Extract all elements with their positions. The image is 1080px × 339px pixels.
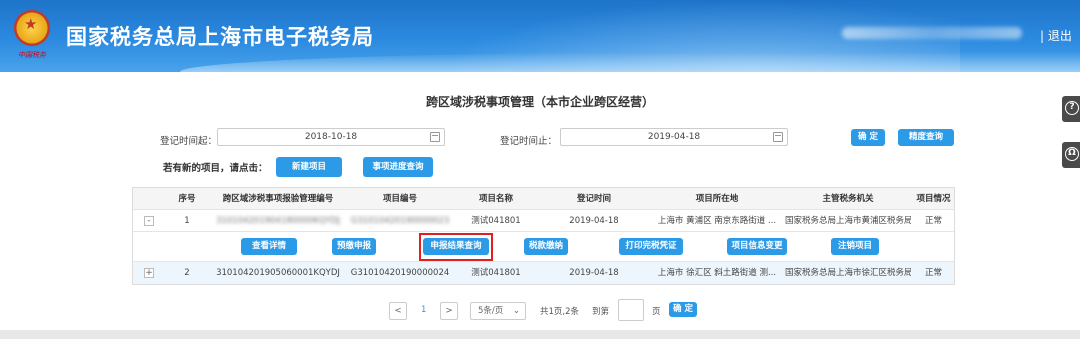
items-table: 序号 跨区域涉税事项报验管理编号 项目编号 项目名称 登记时间 项目所在地 主管…	[132, 187, 955, 285]
calendar-icon[interactable]	[773, 132, 783, 142]
goto-confirm-button[interactable]: 确 定	[669, 302, 697, 317]
logout-link[interactable]: | 退出	[1040, 27, 1072, 44]
header-cell: 项目名称	[478, 194, 513, 204]
cell-item-no: G31010420190000024	[350, 268, 450, 278]
header-cell: 序号	[178, 194, 196, 204]
header-cell: 项目所在地	[695, 194, 739, 204]
cell-tax-office: 国家税务总局上海市徐汇区税务局	[785, 268, 911, 278]
user-info-redacted	[842, 27, 1022, 39]
highlight-box	[419, 233, 493, 261]
headset-icon: Ω	[1065, 147, 1079, 161]
page-title: 跨区域涉税事项管理（本市企业跨区经营）	[425, 95, 654, 109]
customer-service-button[interactable]: Ω	[1062, 142, 1080, 168]
new-item-prompt: 若有新的项目，请点击：	[163, 163, 268, 174]
end-date-label: 登记时间止：	[500, 136, 558, 147]
current-page[interactable]: 1	[421, 305, 426, 315]
start-date-input[interactable]: 2018-10-18	[217, 128, 445, 146]
start-date-value: 2018-10-18	[304, 132, 358, 142]
collapse-toggle[interactable]: -	[144, 215, 154, 226]
view-details-button[interactable]: 查看详情	[241, 238, 297, 255]
header-cell: 项目编号	[382, 194, 417, 204]
print-tax-certificate-button[interactable]: 打印完税凭证	[619, 238, 683, 255]
cell-location: 上海市 黄浦区 南京东路街道 ...	[657, 216, 777, 226]
cell-report-no: 310104201904180000KQYDJ	[216, 216, 340, 226]
item-info-change-button[interactable]: 项目信息变更	[727, 238, 787, 255]
header-wave	[180, 52, 1080, 72]
site-title: 国家税务总局上海市电子税务局	[66, 25, 374, 49]
prepay-declare-button[interactable]: 预缴申报	[332, 238, 376, 255]
row-toggle-cell: +	[133, 262, 165, 284]
expand-toggle[interactable]: +	[144, 267, 154, 278]
page-unit-label: 页	[652, 307, 661, 317]
pagination-summary: 共1页,2条	[540, 307, 580, 317]
item-progress-button[interactable]: 事项进度查询	[363, 157, 433, 177]
end-date-value: 2019-04-18	[647, 132, 701, 142]
end-date-input[interactable]: 2019-04-18	[560, 128, 788, 146]
emblem-signature: 中国税务	[18, 51, 46, 59]
cell-item-no: G31010420190000023	[350, 216, 450, 226]
cell-reg-time: 2019-04-18	[569, 216, 619, 226]
cell-no: 1	[184, 216, 190, 226]
calendar-icon[interactable]	[430, 132, 440, 142]
start-date-label: 登记时间起：	[160, 136, 218, 147]
goto-label: 到第	[592, 307, 610, 317]
header-cell: 主管税务机关	[822, 194, 874, 204]
site-header: ★ 中国税务 国家税务总局上海市电子税务局 | 退出	[0, 0, 1080, 72]
header-cell: 项目情况	[916, 194, 951, 204]
cell-status: 正常	[924, 216, 942, 226]
cell-report-no: 310104201905060001KQYDJ	[216, 268, 340, 278]
next-page-button[interactable]: >	[440, 302, 458, 320]
cell-location: 上海市 徐汇区 斜土路街道 测...	[657, 268, 777, 278]
header-cell: 登记时间	[576, 194, 611, 204]
header-toggle	[133, 188, 165, 209]
cell-tax-office: 国家税务总局上海市黄浦区税务局	[785, 216, 911, 226]
chevron-down-icon: ⌄	[512, 306, 520, 316]
tax-payment-button[interactable]: 税款缴纳	[524, 238, 568, 255]
precise-query-button[interactable]: 精度查询	[898, 129, 954, 146]
confirm-button[interactable]: 确 定	[851, 129, 885, 146]
row-toggle-cell: -	[133, 210, 165, 231]
cell-status: 正常	[924, 268, 942, 278]
page-size-value: 5条/页	[478, 306, 504, 316]
tax-emblem-icon: ★ 中国税务	[12, 8, 52, 60]
cell-item-name: 测试041801	[471, 268, 521, 278]
page-size-select[interactable]: 5条/页 ⌄	[470, 302, 526, 320]
prev-page-button[interactable]: <	[389, 302, 407, 320]
new-item-button[interactable]: 新建项目	[276, 157, 342, 177]
cell-item-name: 测试041801	[471, 216, 521, 226]
table-row[interactable]: + 2 310104201905060001KQYDJ G31010420190…	[133, 262, 954, 284]
cell-no: 2	[184, 268, 190, 278]
bottom-bar	[0, 330, 1080, 339]
goto-page-input[interactable]	[618, 299, 644, 321]
cell-reg-time: 2019-04-18	[569, 268, 619, 278]
table-row[interactable]: - 1 310104201904180000KQYDJ G31010420190…	[133, 210, 954, 232]
operations-row: 查看详情 预缴申报 申报结果查询 税款缴纳 打印完税凭证 项目信息变更 注销项目	[133, 232, 954, 262]
table-header-row: 序号 跨区域涉税事项报验管理编号 项目编号 项目名称 登记时间 项目所在地 主管…	[133, 188, 954, 210]
header-cell: 跨区域涉税事项报验管理编号	[222, 194, 334, 204]
cancel-item-button[interactable]: 注销项目	[831, 238, 879, 255]
